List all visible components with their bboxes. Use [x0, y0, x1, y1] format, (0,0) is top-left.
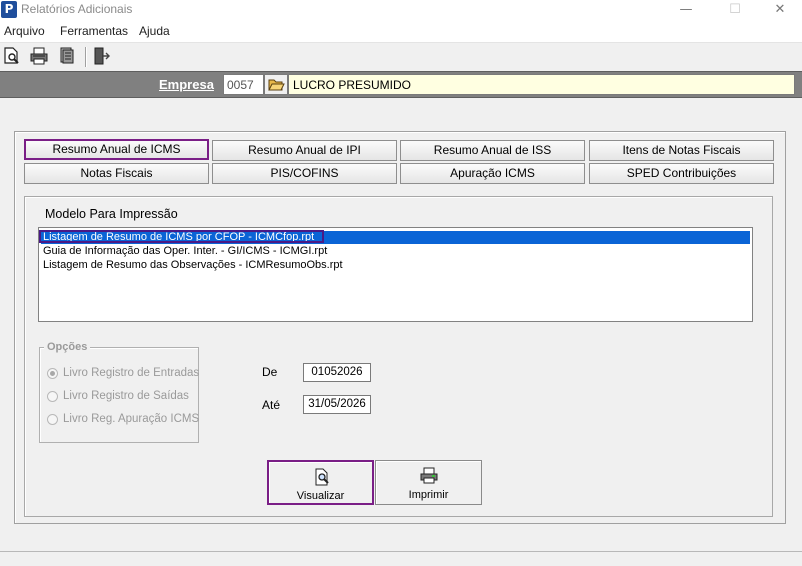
- radio-icon: [47, 414, 58, 425]
- list-item[interactable]: Guia de Informação das Oper. Inter. - GI…: [41, 245, 327, 258]
- status-bar: [0, 551, 802, 566]
- ate-label: Até: [262, 398, 281, 412]
- de-label: De: [262, 365, 278, 379]
- list-item[interactable]: Listagem de Resumo de ICMS por CFOP - IC…: [41, 231, 750, 244]
- preview-icon[interactable]: [2, 46, 22, 66]
- tab-notas-fiscais[interactable]: Notas Fiscais: [24, 163, 209, 184]
- radio-icon: [47, 391, 58, 402]
- close-button[interactable]: ✕: [757, 0, 802, 20]
- imprimir-button[interactable]: Imprimir: [375, 460, 482, 505]
- list-item[interactable]: Listagem de Resumo das Observações - ICM…: [41, 259, 343, 272]
- menu-arquivo[interactable]: Arquivo: [4, 24, 45, 38]
- title-bar: P Relatórios Adicionais — ☐ ✕: [0, 0, 802, 20]
- menu-bar: Arquivo Ferramentas Ajuda: [0, 20, 802, 42]
- empresa-bar: Empresa 0057 LUCRO PRESUMIDO: [0, 71, 802, 98]
- print-icon: [420, 467, 438, 485]
- exit-door-icon[interactable]: [92, 46, 112, 66]
- print-setup-icon[interactable]: [57, 46, 77, 66]
- opcoes-title: Opções: [44, 341, 91, 353]
- tab-itens-notas-fiscais[interactable]: Itens de Notas Fiscais: [589, 140, 774, 161]
- radio-icon: [47, 368, 58, 379]
- tab-resumo-anual-iss[interactable]: Resumo Anual de ISS: [400, 140, 585, 161]
- tab-resumo-anual-ipi[interactable]: Resumo Anual de IPI: [212, 140, 397, 161]
- visualizar-label: Visualizar: [296, 490, 345, 502]
- app-logo-icon: P: [1, 1, 17, 18]
- menu-ferramentas[interactable]: Ferramentas: [60, 24, 128, 38]
- imprimir-label: Imprimir: [408, 489, 449, 501]
- visualizar-button[interactable]: Visualizar: [267, 460, 374, 505]
- empresa-name-field[interactable]: LUCRO PRESUMIDO: [288, 74, 795, 95]
- ate-date-field[interactable]: 31/05/2026: [303, 395, 371, 414]
- window-title: Relatórios Adicionais: [21, 2, 133, 16]
- minimize-button[interactable]: —: [663, 0, 709, 20]
- toolbar: [0, 42, 802, 70]
- empresa-label: Empresa: [159, 77, 214, 92]
- maximize-button[interactable]: ☐: [712, 0, 758, 20]
- modelo-title: Modelo Para Impressão: [45, 207, 178, 221]
- modelo-listbox[interactable]: Listagem de Resumo de ICMS por CFOP - IC…: [38, 227, 753, 322]
- toolbar-separator: [85, 47, 87, 67]
- print-icon[interactable]: [29, 46, 49, 66]
- tab-apuracao-icms[interactable]: Apuração ICMS: [400, 163, 585, 184]
- empresa-code-field[interactable]: 0057: [223, 74, 264, 95]
- tab-sped-contribuicoes[interactable]: SPED Contribuições: [589, 163, 774, 184]
- menu-ajuda[interactable]: Ajuda: [139, 24, 170, 38]
- preview-icon: [313, 468, 331, 486]
- open-folder-icon[interactable]: [264, 74, 288, 95]
- tab-resumo-anual-icms[interactable]: Resumo Anual de ICMS: [24, 139, 209, 160]
- de-date-field[interactable]: 01052026: [303, 363, 371, 382]
- tab-pis-cofins[interactable]: PIS/COFINS: [212, 163, 397, 184]
